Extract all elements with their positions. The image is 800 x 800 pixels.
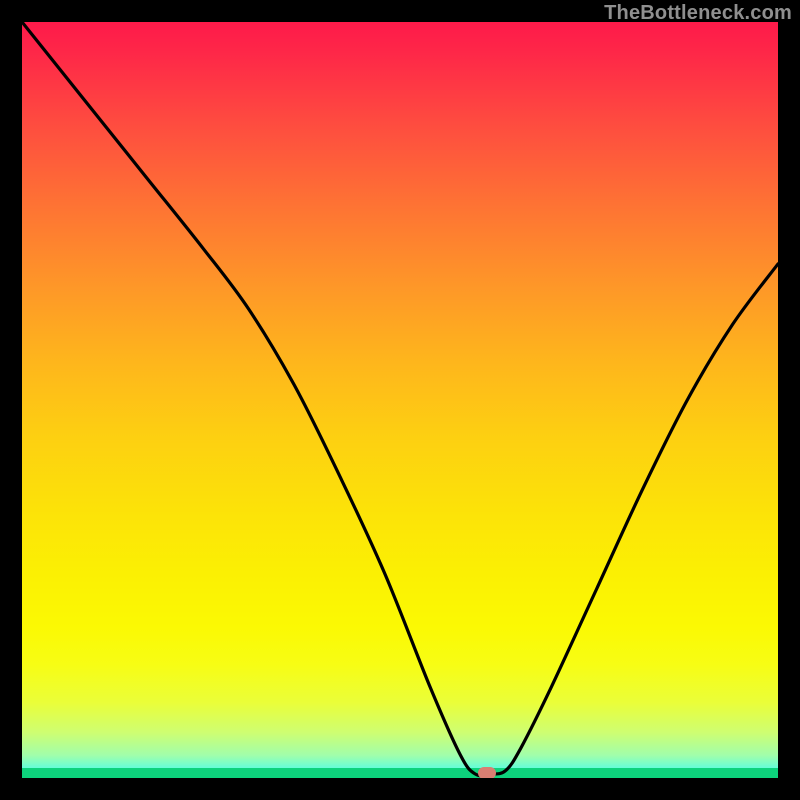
optimal-point-marker bbox=[478, 767, 496, 778]
chart-frame: TheBottleneck.com bbox=[0, 0, 800, 800]
bottleneck-curve bbox=[22, 22, 778, 778]
plot-area bbox=[22, 22, 778, 778]
